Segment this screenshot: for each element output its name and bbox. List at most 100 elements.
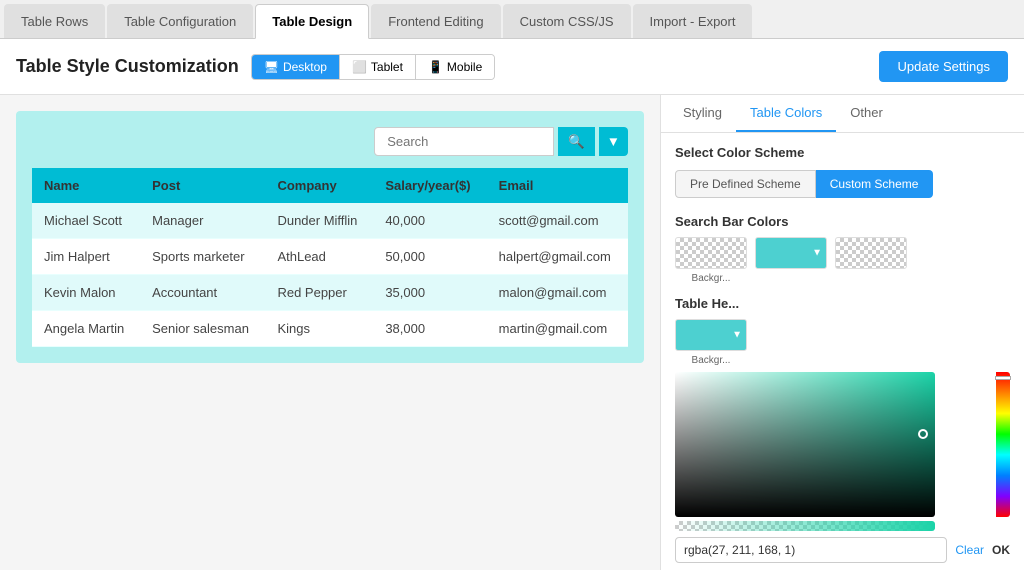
rgba-input-row: Clear OK xyxy=(675,537,1010,563)
table-body: Michael ScottManagerDunder Mifflin40,000… xyxy=(32,203,628,347)
tab-table-rows[interactable]: Table Rows xyxy=(4,4,105,38)
cell-email: malon@gmail.com xyxy=(487,275,628,311)
search-bar-row: 🔍 ▼ xyxy=(32,127,628,156)
swatch-wrap-btn: ▼ xyxy=(755,237,827,284)
right-tab-other[interactable]: Other xyxy=(836,95,897,132)
table-header-swatches: ▼ Backgr... xyxy=(675,319,1010,366)
search-dropdown-button[interactable]: ▼ xyxy=(599,127,628,156)
cell-email: martin@gmail.com xyxy=(487,311,628,347)
tablet-btn[interactable]: ⬜ Tablet xyxy=(340,55,416,79)
cell-email: scott@gmail.com xyxy=(487,203,628,239)
device-switcher: 🖥 Desktop ⬜ Tablet 📱 Mobile xyxy=(251,54,496,80)
header-bg-label: Backgr... xyxy=(692,355,731,366)
mobile-label: Mobile xyxy=(447,60,482,74)
search-button[interactable]: 🔍 xyxy=(558,127,595,156)
cell-company: Red Pepper xyxy=(265,275,373,311)
cell-post: Accountant xyxy=(140,275,265,311)
table-preview-panel: 🔍 ▼ Name Post Company Salary/year($) Ema… xyxy=(0,95,660,570)
cell-post: Sports marketer xyxy=(140,239,265,275)
preview-container: 🔍 ▼ Name Post Company Salary/year($) Ema… xyxy=(16,111,644,363)
search-bar-swatches: Backgr... ▼ xyxy=(675,237,1010,284)
search-icon: 🔍 xyxy=(568,134,585,149)
cell-salary: 35,000 xyxy=(373,275,486,311)
hue-slider[interactable] xyxy=(996,372,1010,517)
header-bar: Table Style Customization 🖥 Desktop ⬜ Ta… xyxy=(0,39,1024,95)
cell-name: Michael Scott xyxy=(32,203,140,239)
table-header-row: Name Post Company Salary/year($) Email xyxy=(32,168,628,203)
cell-salary: 38,000 xyxy=(373,311,486,347)
cell-name: Jim Halpert xyxy=(32,239,140,275)
custom-scheme-btn[interactable]: Custom Scheme xyxy=(816,170,934,198)
table-row: Michael ScottManagerDunder Mifflin40,000… xyxy=(32,203,628,239)
cell-salary: 50,000 xyxy=(373,239,486,275)
header-bg-swatch[interactable]: ▼ xyxy=(675,319,747,351)
right-tab-table-colors[interactable]: Table Colors xyxy=(736,95,836,132)
search-text-swatch[interactable] xyxy=(835,237,907,269)
right-tab-styling[interactable]: Styling xyxy=(669,95,736,132)
tab-import-export[interactable]: Import - Export xyxy=(633,4,753,38)
opacity-slider[interactable] xyxy=(675,521,935,531)
search-bg-swatch[interactable] xyxy=(675,237,747,269)
table-row: Angela MartinSenior salesmanKings38,000m… xyxy=(32,311,628,347)
mobile-icon: 📱 xyxy=(428,60,443,74)
col-salary: Salary/year($) xyxy=(373,168,486,203)
right-content: Select Color Scheme Pre Defined Scheme C… xyxy=(661,133,1024,570)
table-header-title: Table He... xyxy=(675,296,1010,311)
cell-name: Angela Martin xyxy=(32,311,140,347)
hue-handle[interactable] xyxy=(995,376,1011,380)
desktop-label: Desktop xyxy=(283,60,327,74)
swatch-wrap-bg: Backgr... xyxy=(675,237,747,284)
search-btn-swatch[interactable]: ▼ xyxy=(755,237,827,269)
data-table: Name Post Company Salary/year($) Email M… xyxy=(32,168,628,347)
cell-email: halpert@gmail.com xyxy=(487,239,628,275)
swatch-wrap-text xyxy=(835,237,907,284)
tab-table-configuration[interactable]: Table Configuration xyxy=(107,4,253,38)
cell-salary: 40,000 xyxy=(373,203,486,239)
search-bar-colors-title: Search Bar Colors xyxy=(675,214,1010,229)
swatch-arrow-icon: ▼ xyxy=(812,248,822,259)
update-settings-button[interactable]: Update Settings xyxy=(879,51,1008,82)
cell-company: AthLead xyxy=(265,239,373,275)
rgba-input[interactable] xyxy=(675,537,947,563)
tab-custom-css-js[interactable]: Custom CSS/JS xyxy=(503,4,631,38)
col-name: Name xyxy=(32,168,140,203)
color-picker: Clear OK xyxy=(675,372,1010,563)
ok-button[interactable]: OK xyxy=(992,543,1010,557)
color-gradient-box[interactable] xyxy=(675,372,935,517)
cell-post: Senior salesman xyxy=(140,311,265,347)
col-company: Company xyxy=(265,168,373,203)
header-left: Table Style Customization 🖥 Desktop ⬜ Ta… xyxy=(16,54,495,80)
main-content: 🔍 ▼ Name Post Company Salary/year($) Ema… xyxy=(0,95,1024,570)
predefined-scheme-btn[interactable]: Pre Defined Scheme xyxy=(675,170,816,198)
clear-button[interactable]: Clear xyxy=(955,543,984,557)
opacity-bar-row xyxy=(675,521,935,531)
tab-bar: Table Rows Table Configuration Table Des… xyxy=(0,0,1024,39)
desktop-icon: 🖥 xyxy=(264,60,279,74)
chevron-down-icon: ▼ xyxy=(607,134,620,149)
header-swatch-arrow: ▼ xyxy=(732,330,742,341)
tab-frontend-editing[interactable]: Frontend Editing xyxy=(371,4,500,38)
header-bg-wrap: ▼ Backgr... xyxy=(675,319,747,366)
table-row: Jim HalpertSports marketerAthLead50,000h… xyxy=(32,239,628,275)
right-panel: Styling Table Colors Other Select Color … xyxy=(660,95,1024,570)
scheme-buttons: Pre Defined Scheme Custom Scheme xyxy=(675,170,1010,198)
opacity-overlay xyxy=(675,521,935,531)
color-picker-pointer[interactable] xyxy=(918,429,928,439)
tablet-icon: ⬜ xyxy=(352,60,367,74)
search-bg-label: Backgr... xyxy=(692,273,731,284)
page-title: Table Style Customization xyxy=(16,56,239,77)
desktop-btn[interactable]: 🖥 Desktop xyxy=(252,55,340,79)
cell-name: Kevin Malon xyxy=(32,275,140,311)
search-input[interactable] xyxy=(374,127,554,156)
mobile-btn[interactable]: 📱 Mobile xyxy=(416,55,494,79)
table-row: Kevin MalonAccountantRed Pepper35,000mal… xyxy=(32,275,628,311)
tab-table-design[interactable]: Table Design xyxy=(255,4,369,39)
col-post: Post xyxy=(140,168,265,203)
table-header-section: Table He... ▼ Backgr... xyxy=(675,296,1010,366)
cell-company: Dunder Mifflin xyxy=(265,203,373,239)
color-scheme-title: Select Color Scheme xyxy=(675,145,1010,160)
cell-company: Kings xyxy=(265,311,373,347)
cell-post: Manager xyxy=(140,203,265,239)
right-tab-bar: Styling Table Colors Other xyxy=(661,95,1024,133)
col-email: Email xyxy=(487,168,628,203)
